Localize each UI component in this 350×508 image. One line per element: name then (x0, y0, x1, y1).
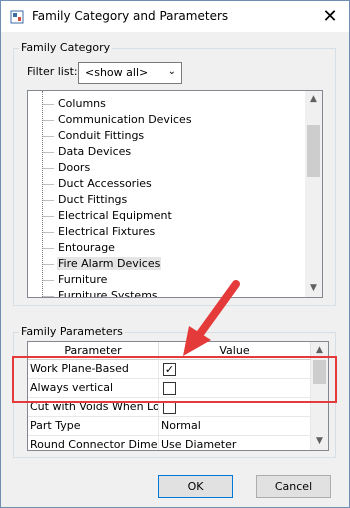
category-tree-item-label: Duct Accessories (58, 177, 152, 190)
tree-connector (42, 160, 55, 176)
parameter-name: Round Connector Dimension (28, 436, 159, 450)
tree-connector (42, 144, 55, 160)
category-tree-item-label: Fire Alarm Devices (57, 257, 162, 270)
annotation-highlight-box (12, 356, 337, 403)
window-title: Family Category and Parameters (32, 9, 229, 23)
category-tree-item-label: Furniture (58, 273, 108, 286)
scroll-up-icon[interactable]: ▲ (305, 91, 322, 108)
category-tree-item[interactable]: Electrical Fixtures (28, 224, 308, 240)
category-tree-item-label: Electrical Fixtures (58, 225, 156, 238)
category-tree-item-label: Communication Devices (58, 113, 192, 126)
category-tree-item[interactable]: Duct Accessories (28, 176, 308, 192)
category-tree-item[interactable]: Conduit Fittings (28, 128, 308, 144)
tree-connector (42, 112, 55, 128)
category-tree-item[interactable]: Doors (28, 160, 308, 176)
scroll-down-icon[interactable]: ▼ (311, 433, 328, 450)
parameter-value[interactable]: Normal (159, 417, 311, 436)
category-tree-item-label: Duct Fittings (58, 193, 128, 206)
category-tree-item-label: Furniture Systems (58, 289, 158, 298)
tree-connector (42, 224, 55, 240)
category-tree-scrollbar[interactable]: ▲ ▼ (305, 91, 322, 297)
tree-connector (42, 288, 55, 297)
category-tree-item-label: Electrical Equipment (58, 209, 172, 222)
tree-connector (42, 240, 55, 256)
parameter-name: Part Type (28, 417, 159, 436)
tree-connector (42, 96, 55, 112)
ok-button[interactable]: OK (158, 475, 233, 498)
category-tree-item[interactable]: Data Devices (28, 144, 308, 160)
cancel-button[interactable]: Cancel (256, 475, 331, 498)
family-category-label: Family Category (19, 41, 113, 54)
category-tree-item[interactable]: Communication Devices (28, 112, 308, 128)
category-tree-item-label: Doors (58, 161, 91, 174)
parameter-row[interactable]: Round Connector DimensionUse Diameter (28, 436, 311, 450)
tree-connector (42, 128, 55, 144)
close-icon[interactable]: ✕ (311, 1, 349, 32)
category-tree-item[interactable]: Fire Alarm Devices (28, 256, 308, 272)
category-tree-item[interactable]: Columns (28, 96, 308, 112)
category-tree-item-label: Entourage (58, 241, 115, 254)
tree-connector (42, 208, 55, 224)
tree-connector (42, 176, 55, 192)
tree-connector (42, 192, 55, 208)
category-tree-item[interactable]: Furniture Systems (28, 288, 308, 298)
category-tree-item[interactable]: Entourage (28, 240, 308, 256)
category-tree-item[interactable]: Electrical Equipment (28, 208, 308, 224)
red-arrow-icon (183, 280, 240, 356)
category-tree[interactable]: Columns Communication Devices Conduit Fitt… (27, 90, 323, 298)
title-bar: Family Category and Parameters ✕ (1, 1, 349, 32)
app-icon (10, 10, 24, 24)
tree-connector (42, 272, 55, 288)
filter-list-label: Filter list: (27, 65, 78, 78)
category-tree-item-label: Data Devices (58, 145, 132, 158)
scroll-down-icon[interactable]: ▼ (305, 280, 322, 297)
scroll-thumb[interactable] (307, 125, 320, 177)
tree-connector (42, 256, 55, 272)
family-category-dialog: Family Category and Parameters ✕ Family … (0, 0, 350, 508)
parameter-value[interactable]: Use Diameter (159, 436, 311, 450)
category-tree-item[interactable]: Furniture (28, 272, 308, 288)
filter-list-select[interactable]: <show all> ⌄ (78, 62, 182, 84)
parameter-row[interactable]: Part Type Normal (28, 417, 311, 436)
category-tree-item[interactable]: Duct Fittings (28, 192, 308, 208)
chevron-down-icon: ⌄ (167, 66, 176, 77)
family-parameters-label: Family Parameters (19, 325, 125, 338)
category-tree-item-label: Columns (58, 97, 106, 110)
filter-list-value: <show all> (85, 66, 149, 79)
category-tree-item-label: Conduit Fittings (58, 129, 145, 142)
